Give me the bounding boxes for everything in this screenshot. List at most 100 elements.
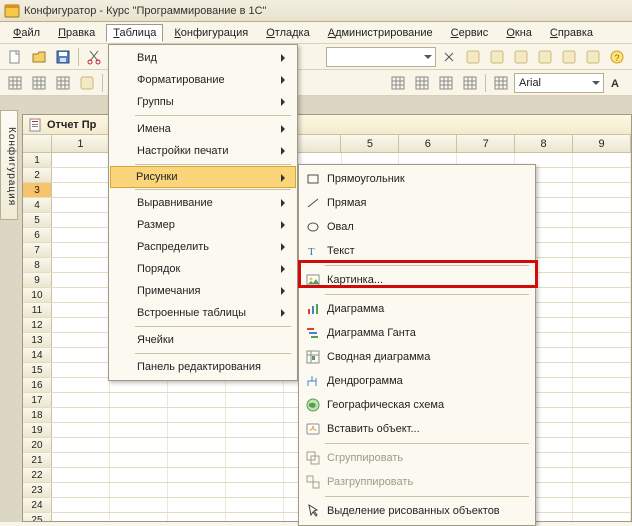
tb2-a[interactable] xyxy=(4,72,26,94)
cell[interactable] xyxy=(573,228,631,242)
cell[interactable] xyxy=(226,483,284,497)
cell[interactable] xyxy=(168,453,226,467)
cell[interactable] xyxy=(52,513,110,522)
row-header[interactable]: 19 xyxy=(23,423,52,437)
cell[interactable] xyxy=(573,363,631,377)
cell[interactable] xyxy=(573,408,631,422)
row-header[interactable]: 16 xyxy=(23,378,52,392)
row-header[interactable]: 1 xyxy=(23,153,52,167)
tb2-b[interactable] xyxy=(28,72,50,94)
cell[interactable] xyxy=(573,153,631,167)
cell[interactable] xyxy=(573,333,631,347)
cell[interactable] xyxy=(52,348,110,362)
submenu-item[interactable]: Выделение рисованных объектов xyxy=(301,499,533,523)
row-header[interactable]: 8 xyxy=(23,258,52,272)
cell[interactable] xyxy=(110,453,168,467)
cell[interactable] xyxy=(52,198,110,212)
cell[interactable] xyxy=(573,183,631,197)
tb2-border-a[interactable] xyxy=(387,72,409,94)
menu-таблица[interactable]: Таблица xyxy=(106,24,163,42)
tb2-tail[interactable] xyxy=(606,72,628,94)
cell[interactable] xyxy=(573,393,631,407)
menu-item[interactable]: Распределить xyxy=(111,236,295,258)
tb2-font-combo[interactable]: Arial xyxy=(514,73,604,93)
row-header[interactable]: 3 xyxy=(23,183,52,197)
submenu-item[interactable]: Картинка... xyxy=(301,268,533,292)
tb-x[interactable] xyxy=(438,46,460,68)
tb-btn-c[interactable] xyxy=(510,46,532,68)
menu-файл[interactable]: Файл xyxy=(6,24,47,42)
cell[interactable] xyxy=(168,438,226,452)
cell[interactable] xyxy=(52,213,110,227)
tb-btn-f[interactable] xyxy=(582,46,604,68)
menu-item[interactable]: Выравнивание xyxy=(111,192,295,214)
tb-save[interactable] xyxy=(52,46,74,68)
cell[interactable] xyxy=(573,468,631,482)
cell[interactable] xyxy=(573,318,631,332)
tb2-border-c[interactable] xyxy=(435,72,457,94)
cell[interactable] xyxy=(110,498,168,512)
row-header[interactable]: 11 xyxy=(23,303,52,317)
menu-сервис[interactable]: Сервис xyxy=(444,24,496,42)
tb-combo[interactable] xyxy=(326,47,436,67)
cell[interactable] xyxy=(52,393,110,407)
cell[interactable] xyxy=(52,228,110,242)
menu-item[interactable]: Форматирование xyxy=(111,69,295,91)
submenu-item[interactable]: Овал xyxy=(301,215,533,239)
cell[interactable] xyxy=(168,513,226,522)
menu-item[interactable]: Настройки печати xyxy=(111,140,295,162)
cell[interactable] xyxy=(168,393,226,407)
submenu-item[interactable]: Диаграмма xyxy=(301,297,533,321)
cell[interactable] xyxy=(226,513,284,522)
row-header[interactable]: 10 xyxy=(23,288,52,302)
row-header[interactable]: 4 xyxy=(23,198,52,212)
menu-конфигурация[interactable]: Конфигурация xyxy=(167,24,255,42)
row-header[interactable]: 6 xyxy=(23,228,52,242)
tb-btn-b[interactable] xyxy=(486,46,508,68)
cell[interactable] xyxy=(573,348,631,362)
tb2-border-d[interactable] xyxy=(459,72,481,94)
row-header[interactable]: 24 xyxy=(23,498,52,512)
cell[interactable] xyxy=(52,363,110,377)
cell[interactable] xyxy=(52,498,110,512)
row-header[interactable]: 9 xyxy=(23,273,52,287)
cell[interactable] xyxy=(52,468,110,482)
cell[interactable] xyxy=(52,483,110,497)
cell[interactable] xyxy=(52,423,110,437)
cell[interactable] xyxy=(52,408,110,422)
cell[interactable] xyxy=(573,378,631,392)
cell[interactable] xyxy=(226,468,284,482)
menu-правка[interactable]: Правка xyxy=(51,24,102,42)
cell[interactable] xyxy=(110,483,168,497)
menu-item[interactable]: Порядок xyxy=(111,258,295,280)
col-header[interactable]: 8 xyxy=(515,135,573,152)
row-header[interactable]: 12 xyxy=(23,318,52,332)
menu-администрирование[interactable]: Администрирование xyxy=(321,24,440,42)
menu-item[interactable]: Размер xyxy=(111,214,295,236)
row-header[interactable]: 2 xyxy=(23,168,52,182)
col-header[interactable]: 7 xyxy=(457,135,515,152)
cell[interactable] xyxy=(573,513,631,522)
cell[interactable] xyxy=(110,513,168,522)
row-header[interactable]: 25 xyxy=(23,513,52,522)
submenu-item[interactable]: Прямоугольник xyxy=(301,167,533,191)
row-header[interactable]: 18 xyxy=(23,408,52,422)
cell[interactable] xyxy=(226,423,284,437)
tb-cut[interactable] xyxy=(83,46,105,68)
cell[interactable] xyxy=(168,468,226,482)
cell[interactable] xyxy=(573,258,631,272)
menu-item[interactable]: Ячейки xyxy=(111,329,295,351)
row-header[interactable]: 22 xyxy=(23,468,52,482)
cell[interactable] xyxy=(52,288,110,302)
cell[interactable] xyxy=(168,408,226,422)
col-header[interactable]: 1 xyxy=(52,135,110,152)
menu-отладка[interactable]: Отладка xyxy=(259,24,317,42)
cell[interactable] xyxy=(573,273,631,287)
cell[interactable] xyxy=(110,408,168,422)
cell[interactable] xyxy=(573,168,631,182)
menu-item[interactable]: Встроенные таблицы xyxy=(111,302,295,324)
cell[interactable] xyxy=(226,453,284,467)
col-header[interactable]: 6 xyxy=(399,135,457,152)
row-header[interactable]: 14 xyxy=(23,348,52,362)
submenu-item[interactable]: Географическая схема xyxy=(301,393,533,417)
